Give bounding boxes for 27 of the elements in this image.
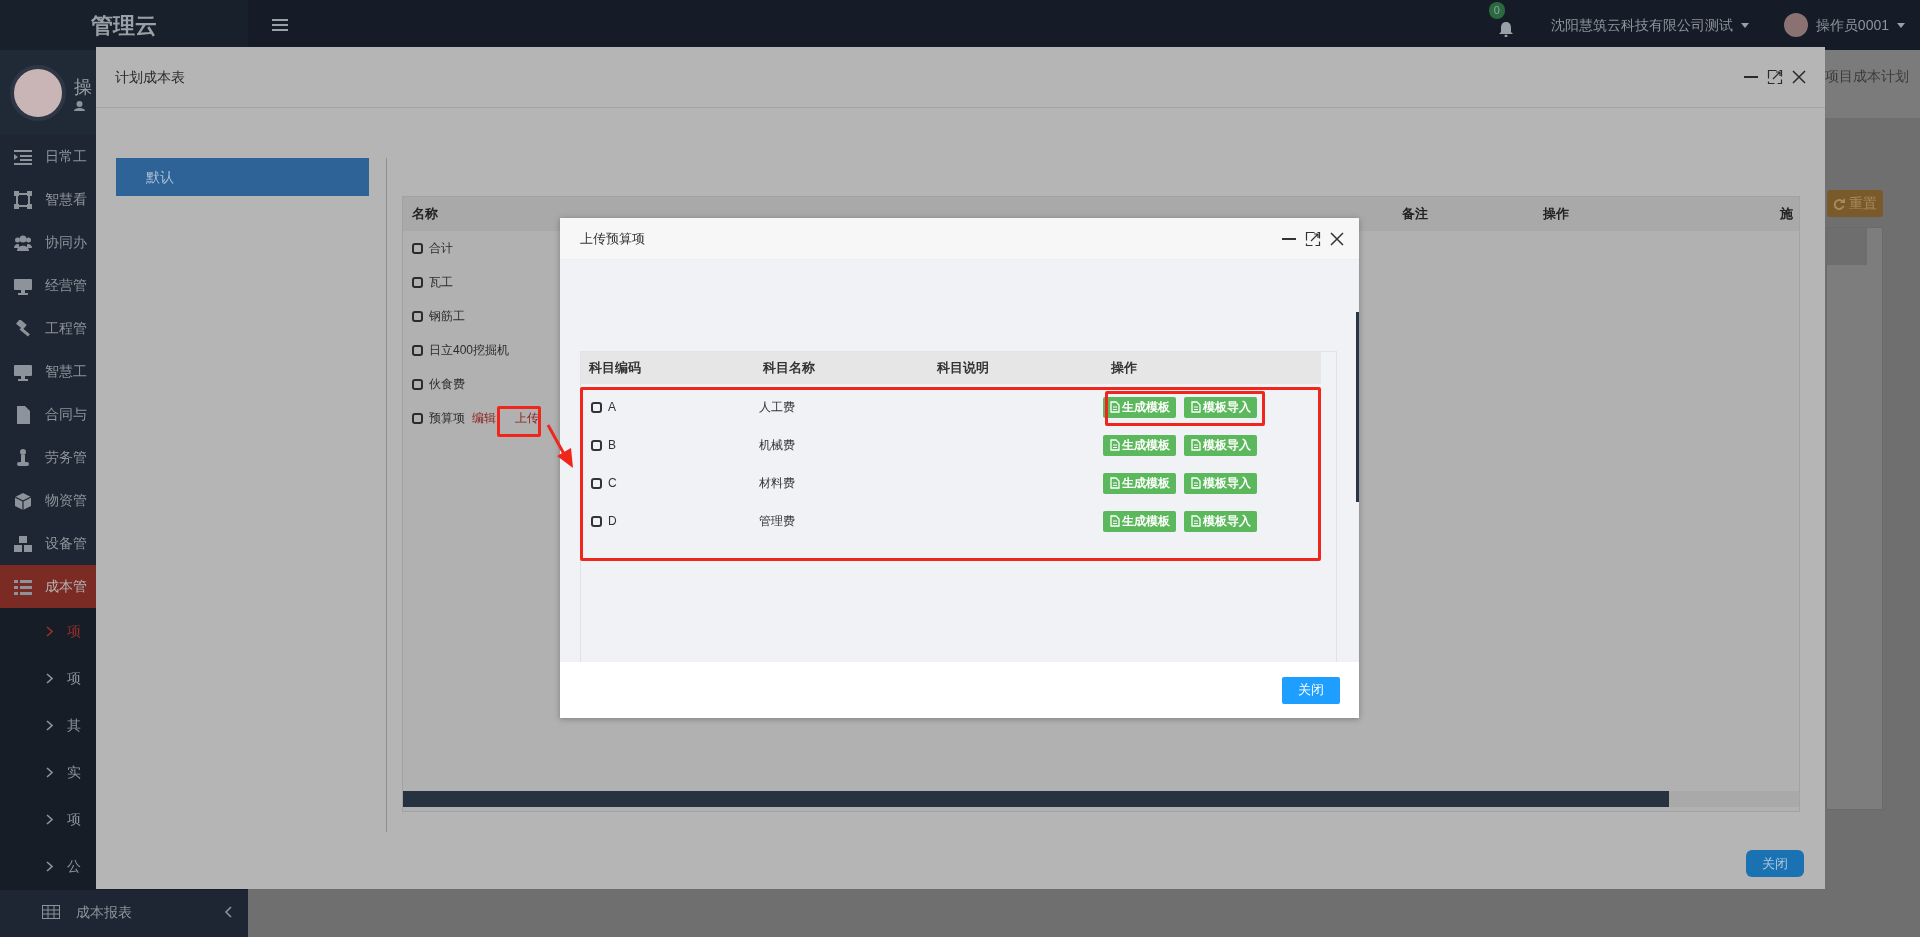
table-cell: 人工费 (759, 400, 795, 414)
table-cell-text: 钢筋工 (429, 308, 465, 325)
column-header: 科目名称 (762, 359, 816, 378)
table-cell-text: A (608, 399, 616, 416)
dialog-title: 计划成本表 (115, 67, 185, 87)
table-cell-text: D (608, 513, 617, 530)
table-cell-text: C (608, 475, 617, 492)
dialog-title: 上传预算项 (580, 229, 645, 248)
user-name: 操 (74, 76, 92, 99)
table-cell-text: 预算项 (429, 410, 465, 427)
column-header: 操作 (1542, 205, 1570, 224)
table-cell: 材料费 (759, 476, 795, 490)
column-header: 科目说明 (936, 359, 990, 378)
column-header: 操作 (1110, 359, 1138, 378)
table-cell: 机械费 (759, 438, 795, 452)
table-cell: 管理费 (759, 514, 795, 528)
table-cell-text: 合计 (429, 240, 453, 257)
notification-count: 0 (1488, 2, 1505, 19)
column-header: 科目编码 (588, 359, 642, 378)
column-header: 备注 (1401, 205, 1429, 224)
app-logo: 管理云 (91, 11, 157, 40)
table-cell-text: 瓦工 (429, 274, 453, 291)
table-cell-text: B (608, 437, 616, 454)
table-cell-text: 伙食费 (429, 376, 465, 393)
table-cell-text: 日立400挖掘机 (429, 342, 510, 359)
column-header: 施 (1779, 205, 1794, 224)
column-header: 名称 (411, 205, 439, 224)
